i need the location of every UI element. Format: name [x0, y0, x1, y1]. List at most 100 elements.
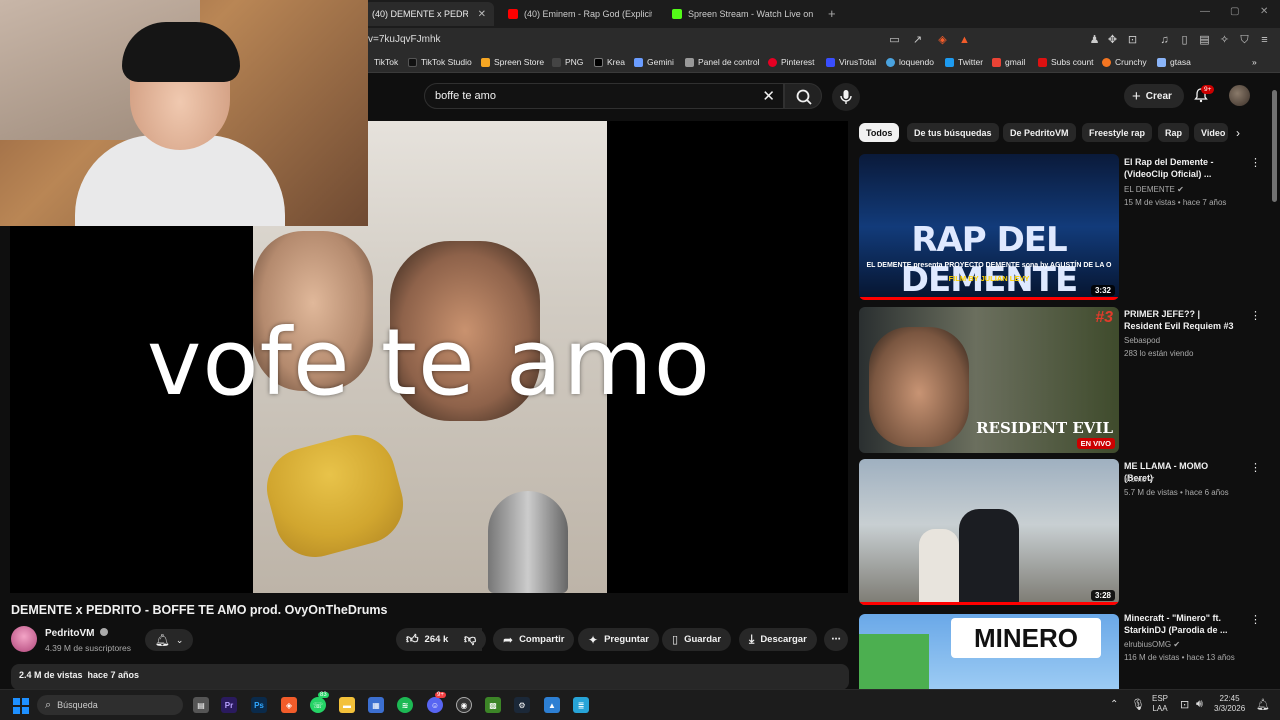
windows-start-icon[interactable]	[13, 698, 29, 714]
chevron-up-icon[interactable]: ⌃	[1110, 699, 1118, 710]
window-close-icon[interactable]: ✕	[1260, 6, 1268, 17]
taskbar-search[interactable]: ⌕ Búsqueda	[37, 695, 183, 715]
clock[interactable]: 22:45 3/3/2026	[1214, 694, 1245, 714]
chevron-right-icon[interactable]: ›	[1236, 126, 1240, 140]
bookmark-subs-count[interactable]: Subs count	[1038, 57, 1094, 67]
microphone-icon[interactable]: 🎙︎	[1131, 698, 1145, 711]
more-actions-button[interactable]: ⋯	[824, 628, 848, 651]
dislike-button[interactable]: 👎︎	[456, 628, 486, 651]
account-avatar[interactable]	[1229, 85, 1250, 106]
rec-title[interactable]: Minecraft - "Minero" ft. StarkinDJ (Paro…	[1124, 612, 1239, 636]
bookmark-crunchy[interactable]: Crunchy	[1102, 57, 1147, 67]
photos-icon[interactable]: ▲	[544, 697, 560, 713]
bookmark-spreen-store[interactable]: Spreen Store	[481, 57, 544, 67]
whatsapp-icon[interactable]: ☏	[310, 697, 326, 713]
bookmark-krea[interactable]: Krea	[594, 57, 625, 67]
bookmark-tiktok[interactable]: TikTok	[374, 57, 398, 67]
share-button[interactable]: ➦ Compartir	[493, 628, 575, 651]
chip-freestyle-rap[interactable]: Freestyle rap	[1082, 123, 1153, 142]
create-button[interactable]: + Crear	[1124, 84, 1184, 108]
download-button[interactable]: ⤓ Descargar	[739, 628, 817, 651]
vpn-icon[interactable]: ⛉	[1238, 34, 1251, 47]
ask-button[interactable]: ✦ Preguntar	[578, 628, 659, 651]
media-icon[interactable]: ♫	[1158, 34, 1171, 47]
brave-browser-icon[interactable]: ◈	[281, 697, 297, 713]
network-icon[interactable]: ⊡	[1180, 698, 1189, 711]
voice-search-button[interactable]	[832, 83, 860, 111]
bookmark-png[interactable]: PNG	[552, 57, 583, 67]
tab-spreen[interactable]: Spreen Stream - Watch Live on K	[664, 2, 824, 26]
chip-de-pedritovm[interactable]: De PedritoVM	[1003, 123, 1076, 142]
chip-video[interactable]: Video	[1194, 123, 1228, 142]
share-icon[interactable]: ↗	[911, 34, 924, 47]
chip-todos[interactable]: Todos	[859, 123, 900, 142]
sidebar-icon[interactable]: ▯	[1178, 34, 1191, 47]
more-vertical-icon[interactable]: ⋮	[1250, 156, 1261, 169]
extensions-icon[interactable]: ✥	[1106, 34, 1119, 47]
channel-avatar[interactable]	[11, 626, 37, 652]
bookmark-virustotal[interactable]: VirusTotal	[826, 57, 876, 67]
chip-de-tus-busquedas[interactable]: De tus búsquedas	[907, 123, 999, 142]
chip-rap[interactable]: Rap	[1158, 123, 1190, 142]
menu-icon[interactable]: ≡	[1258, 34, 1271, 47]
rec-channel[interactable]: Sebaspod	[1124, 336, 1160, 345]
rec-title[interactable]: El Rap del Demente - (VideoClip Oficial)…	[1124, 156, 1239, 180]
more-vertical-icon[interactable]: ⋮	[1250, 461, 1261, 474]
close-icon[interactable]: ✕	[478, 9, 486, 20]
rec-thumbnail[interactable]: #3 RESIDENT EVIL EN VIVO	[859, 307, 1119, 453]
brave-rewards-icon[interactable]: ▲	[958, 34, 971, 47]
leo-icon[interactable]: ✧	[1218, 34, 1231, 47]
volume-icon[interactable]: 🔊︎	[1196, 698, 1203, 711]
rec-channel[interactable]: EL DEMENTE ✔	[1124, 185, 1184, 194]
steam-icon[interactable]: ⚙	[514, 697, 530, 713]
minecraft-icon[interactable]: ▩	[485, 697, 501, 713]
task-view-icon[interactable]: ▤	[193, 697, 209, 713]
spotify-icon[interactable]: ≋	[397, 697, 413, 713]
wallet-icon[interactable]: ▤	[1198, 34, 1211, 47]
page-scrollbar[interactable]	[1272, 90, 1277, 202]
file-explorer-icon[interactable]: ▬	[339, 697, 355, 713]
bookmark-gtasa[interactable]: gtasa	[1157, 57, 1191, 67]
minimize-icon[interactable]: —	[1200, 6, 1210, 17]
bookmark-loquendo[interactable]: loquendo	[886, 57, 934, 67]
bookmark-gemini[interactable]: Gemini	[634, 57, 674, 67]
more-vertical-icon[interactable]: ⋮	[1250, 613, 1261, 626]
rec-thumbnail[interactable]: MINERO	[859, 614, 1119, 689]
tab-eminem[interactable]: (40) Eminem - Rap God (Explicit) - Yo	[500, 2, 660, 26]
bookmark-twitter[interactable]: Twitter	[945, 57, 983, 67]
microsoft-store-icon[interactable]: ▦	[368, 697, 384, 713]
clear-icon[interactable]: ✕	[762, 87, 775, 105]
rec-thumbnail[interactable]: RAP DEL DEMENTE EL DEMENTE presenta PROY…	[859, 154, 1119, 300]
language-indicator[interactable]: ESP LAA	[1152, 694, 1168, 714]
subscription-bell-button[interactable]: 🔔︎ ⌄	[145, 629, 193, 651]
bookmark-gmail[interactable]: gmail	[992, 57, 1025, 67]
new-tab-button[interactable]: +	[828, 6, 836, 21]
premiere-icon[interactable]: Pr	[221, 697, 237, 713]
photoshop-icon[interactable]: Ps	[251, 697, 267, 713]
rec-thumbnail[interactable]: 3:28	[859, 459, 1119, 605]
bookmark-tiktok-studio[interactable]: TikTok Studio	[408, 57, 472, 67]
maximize-icon[interactable]: ▢	[1230, 6, 1239, 17]
extension-icon[interactable]: ♟	[1088, 34, 1101, 47]
obs-icon[interactable]: ◉	[456, 697, 472, 713]
rec-title[interactable]: PRIMER JEFE?? | Resident Evil Requiem #3	[1124, 308, 1239, 332]
address-input[interactable]: v=7kuJqvFJmhk	[368, 34, 441, 45]
search-input[interactable]: boffe te amo ✕	[424, 83, 784, 109]
description-box[interactable]: 2.4 M de vistas hace 7 años	[11, 664, 849, 690]
rec-channel[interactable]: elrubiusOMG ✔	[1124, 640, 1180, 649]
rec-channel[interactable]: Momo ✔	[1124, 475, 1155, 484]
brave-shield-icon[interactable]: ◈	[936, 34, 949, 47]
discord-icon[interactable]: ☺	[427, 697, 443, 713]
bookmark-pinterest[interactable]: Pinterest	[768, 57, 815, 67]
screenshot-icon[interactable]: ⊡	[1126, 34, 1139, 47]
channel-name[interactable]: PedritoVM	[45, 628, 109, 639]
more-vertical-icon[interactable]: ⋮	[1250, 309, 1261, 322]
save-button[interactable]: ▯ Guardar	[662, 628, 732, 651]
cast-icon[interactable]: ▭	[888, 34, 901, 47]
bookmarks-overflow-icon[interactable]: »	[1252, 57, 1257, 67]
notification-center-icon[interactable]: 🔔︎	[1256, 698, 1270, 711]
bookmark-panel[interactable]: Panel de control	[685, 57, 759, 67]
notepad-icon[interactable]: ≣	[573, 697, 589, 713]
search-button[interactable]	[784, 83, 822, 109]
tab-demente[interactable]: (40) DEMENTE x PEDRITO - B ✕	[364, 2, 494, 26]
